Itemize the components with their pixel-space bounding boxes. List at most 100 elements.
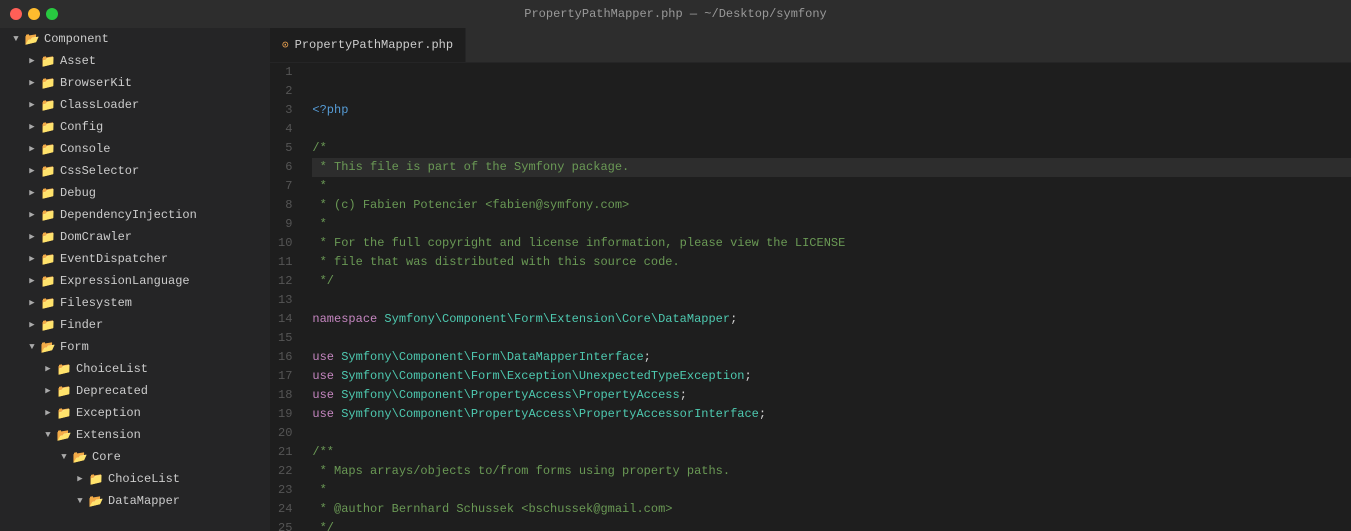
sidebar-item-choicelist2[interactable]: 📁ChoiceList [0,468,270,490]
choicelist-label: ChoiceList [76,362,148,376]
code-token: Symfony\Component\Form\Extension\Core\Da… [384,312,730,326]
domcrawler-label: DomCrawler [60,230,132,244]
code-line-18 [312,424,1351,443]
extension-arrow [40,427,56,443]
line-num-8: 8 [278,196,292,215]
code-line-20: * Maps arrays/objects to/from forms usin… [312,462,1351,481]
minimize-button[interactable] [28,8,40,20]
browserkit-folder-icon: 📁 [40,75,56,91]
classloader-arrow [24,97,40,113]
sidebar-item-classloader[interactable]: 📁ClassLoader [0,94,270,116]
exception-arrow [40,405,56,421]
line-num-4: 4 [278,120,292,139]
finder-arrow [24,317,40,333]
line-num-16: 16 [278,348,292,367]
sidebar-item-browserkit[interactable]: 📁 BrowserKit [0,72,270,94]
sidebar-item-exception[interactable]: 📁Exception [0,402,270,424]
datamapper-arrow [72,493,88,509]
debug-label: Debug [60,186,96,200]
sidebar-item-cssselector[interactable]: 📁CssSelector [0,160,270,182]
line-num-13: 13 [278,291,292,310]
maximize-button[interactable] [46,8,58,20]
code-content: <?php /* * This file is part of the Symf… [304,63,1351,531]
choicelist2-folder-icon: 📁 [88,471,104,487]
exception-folder-icon: 📁 [56,405,72,421]
eventdispatcher-label: EventDispatcher [60,252,168,266]
code-line-21: * [312,481,1351,500]
sidebar-item-choicelist[interactable]: 📁ChoiceList [0,358,270,380]
sidebar-item-deprecated[interactable]: 📁Deprecated [0,380,270,402]
code-token: Symfony\Component\Form\Exception\Unexpec… [341,369,744,383]
line-numbers: 1234567891011121314151617181920212223242… [270,63,304,531]
code-token: use [312,369,341,383]
sidebar-item-component[interactable]: 📂Component [0,28,270,50]
filesystem-arrow [24,295,40,311]
line-num-11: 11 [278,253,292,272]
code-token: * Maps arrays/objects to/from forms usin… [312,464,730,478]
filesystem-folder-icon: 📁 [40,295,56,311]
code-line-4: * This file is part of the Symfony packa… [312,158,1351,177]
sidebar-item-form[interactable]: 📂Form [0,336,270,358]
code-token: ; [744,369,751,383]
editor-area: ⊙ PropertyPathMapper.php 123456789101112… [270,28,1351,531]
tab-bar: ⊙ PropertyPathMapper.php [270,28,1351,63]
core-arrow [56,449,72,465]
asset-label: Asset [60,54,96,68]
line-num-17: 17 [278,367,292,386]
code-token: use [312,388,341,402]
code-token: * @author Bernhard Schussek <bschussek@g… [312,502,672,516]
main-layout: 📂Component📁Asset📁BrowserKit📁ClassLoader📁… [0,28,1351,531]
asset-arrow [24,53,40,69]
code-token: * (c) Fabien Potencier <fabien@symfony.c… [312,198,629,212]
code-line-10: */ [312,272,1351,291]
console-arrow [24,141,40,157]
code-token: * [312,217,326,231]
sidebar-item-core[interactable]: 📂Core [0,446,270,468]
line-num-10: 10 [278,234,292,253]
sidebar-item-domcrawler[interactable]: 📁 DomCrawler [0,226,270,248]
domcrawler-folder-icon: 📁 [40,229,56,245]
code-token: use [312,407,341,421]
classloader-label: ClassLoader [60,98,139,112]
code-line-8: * For the full copyright and license inf… [312,234,1351,253]
sidebar-item-extension[interactable]: 📂Extension [0,424,270,446]
tab-label: PropertyPathMapper.php [295,38,453,52]
line-num-22: 22 [278,462,292,481]
code-token: * This file is part of the Symfony packa… [312,160,629,174]
sidebar-item-console[interactable]: 📁Console [0,138,270,160]
filesystem-label: Filesystem [60,296,132,310]
deprecated-arrow [40,383,56,399]
console-folder-icon: 📁 [40,141,56,157]
code-line-7: * [312,215,1351,234]
code-token: <?php [312,103,348,117]
sidebar-item-datamapper[interactable]: 📂 DataMapper [0,490,270,512]
finder-label: Finder [60,318,103,332]
code-token: * [312,483,326,497]
debug-arrow [24,185,40,201]
close-button[interactable] [10,8,22,20]
config-folder-icon: 📁 [40,119,56,135]
datamapper-folder-icon: 📂 [88,493,104,509]
dependencyinjection-folder-icon: 📁 [40,207,56,223]
sidebar-item-dependencyinjection[interactable]: 📁DependencyInjection [0,204,270,226]
form-folder-icon: 📂 [40,339,56,355]
active-tab[interactable]: ⊙ PropertyPathMapper.php [270,28,466,62]
code-editor[interactable]: 1234567891011121314151617181920212223242… [270,63,1351,531]
sidebar-item-expressionlanguage[interactable]: 📁ExpressionLanguage [0,270,270,292]
component-label: Component [44,32,109,46]
sidebar-item-debug[interactable]: 📁Debug [0,182,270,204]
window-controls[interactable] [10,8,58,20]
sidebar-item-finder[interactable]: 📁 Finder [0,314,270,336]
extension-folder-icon: 📂 [56,427,72,443]
sidebar-item-config[interactable]: 📁Config [0,116,270,138]
eventdispatcher-folder-icon: 📁 [40,251,56,267]
file-tree-sidebar[interactable]: 📂Component📁Asset📁BrowserKit📁ClassLoader📁… [0,28,270,531]
sidebar-item-asset[interactable]: 📁Asset [0,50,270,72]
datamapper-label: DataMapper [108,494,180,508]
browserkit-label: BrowserKit [60,76,132,90]
sidebar-item-filesystem[interactable]: 📁 Filesystem [0,292,270,314]
sidebar-item-eventdispatcher[interactable]: 📁 EventDispatcher [0,248,270,270]
finder-folder-icon: 📁 [40,317,56,333]
line-num-6: 6 [278,158,292,177]
window-title: PropertyPathMapper.php — ~/Desktop/symfo… [524,7,826,21]
